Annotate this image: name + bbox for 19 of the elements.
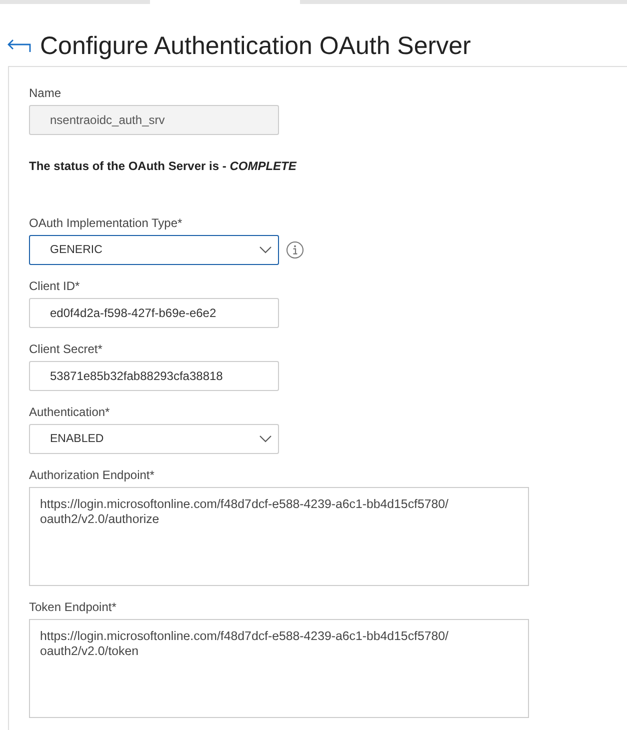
- text-area[interactable]: https://login.microsoftonline.com/f48d7dcf-e588-4239-a6c1-bb4d15cf5780/ oauth2/v2.0/token: [29, 619, 529, 718]
- input-field[interactable]: ed0f4d2a-f598-427f-b69e-e6e2: [29, 298, 279, 328]
- back-arrow-icon[interactable]: [7, 39, 31, 53]
- field-label: Name: [29, 86, 62, 100]
- field-label: Client Secret*: [29, 342, 104, 356]
- dropdown[interactable]: GENERIC: [29, 235, 279, 265]
- text-area[interactable]: https://login.microsoftonline.com/f48d7dcf-e588-4239-a6c1-bb4d15cf5780/ oauth2/v2.0/authorize: [29, 487, 529, 586]
- chevron-down-icon: [259, 246, 272, 254]
- field-label: Authorization Endpoint*: [29, 468, 156, 482]
- field-label: Client ID*: [29, 279, 81, 293]
- info-icon[interactable]: [286, 241, 304, 259]
- field-label: OAuth Implementation Type*: [29, 216, 184, 230]
- status-message: The status of the OAuth Server is - COMPLETE: [29, 159, 298, 173]
- input-field[interactable]: 53871e85b32fab88293cfa38818: [29, 361, 279, 391]
- page-title: Configure Authentication OAuth Server: [40, 32, 471, 60]
- dropdown[interactable]: ENABLED: [29, 424, 279, 454]
- chevron-down-icon: [259, 435, 272, 443]
- field-label: Token Endpoint*: [29, 600, 118, 614]
- field-label: Authentication*: [29, 405, 111, 419]
